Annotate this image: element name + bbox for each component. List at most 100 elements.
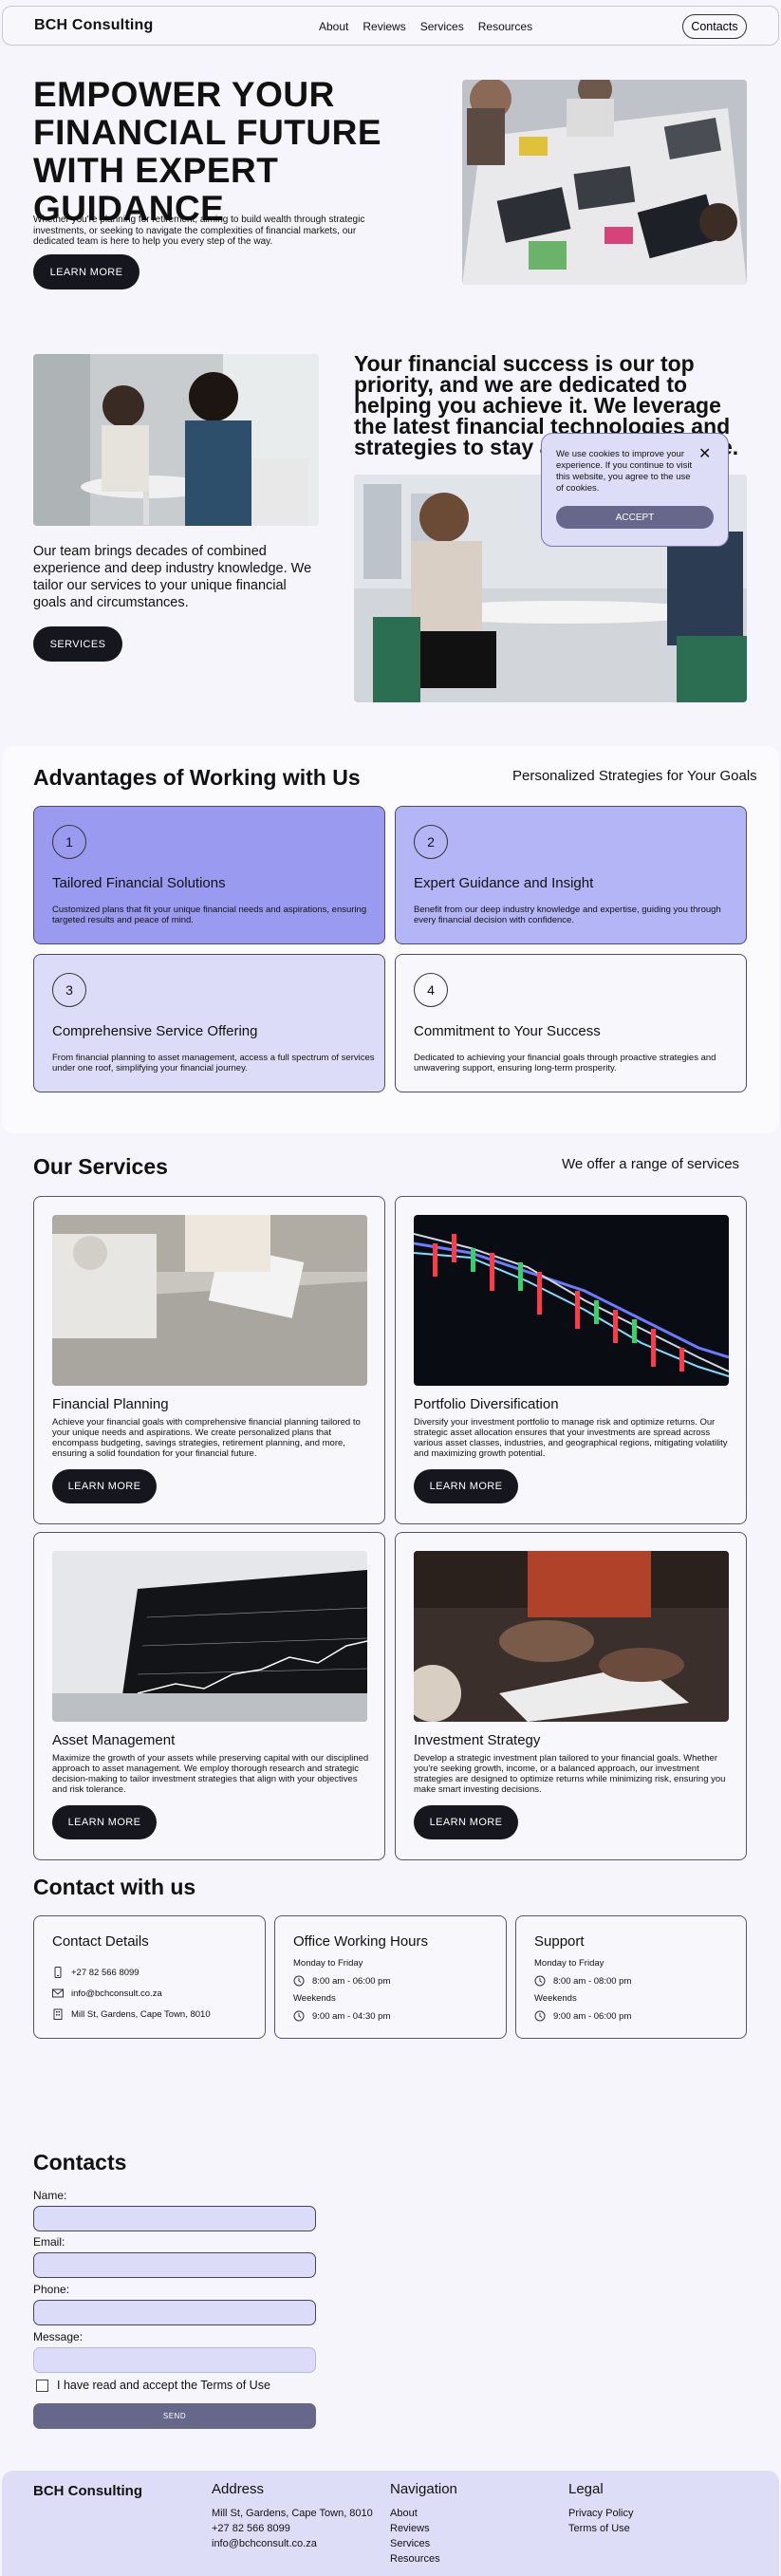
email-label: Email: (33, 2235, 65, 2249)
hero-subtitle: Whether you're planning for retirement, … (33, 215, 365, 247)
contact-with-us-title: Contact with us (33, 1875, 196, 1899)
advantage-card-1: 1 Tailored Financial Solutions Customize… (33, 806, 385, 944)
footer-legal-title: Legal (568, 2481, 604, 2497)
service-photo-stock-chart (414, 1215, 729, 1386)
service-description: Maximize the growth of your assets while… (52, 1753, 369, 1795)
service-title: Investment Strategy (414, 1732, 541, 1748)
send-button[interactable]: SEND (33, 2403, 316, 2429)
nav-resources[interactable]: Resources (478, 20, 532, 33)
footer-phone[interactable]: +27 82 566 8099 (212, 2523, 290, 2534)
brand-logo[interactable]: BCH Consulting (34, 17, 153, 34)
footer-nav-resources[interactable]: Resources (390, 2553, 440, 2565)
main-nav: About Reviews Services Resources (319, 20, 547, 33)
support-title: Support (534, 1933, 585, 1950)
weekdays-label: Monday to Friday (293, 1958, 363, 1969)
weekdays-hours-row: 8:00 am - 06:00 pm (293, 1975, 390, 1987)
advantage-number: 2 (414, 825, 448, 859)
clock-icon (534, 1975, 546, 1987)
advantage-description: Benefit from our deep industry knowledge… (414, 905, 721, 925)
footer-nav-about[interactable]: About (390, 2508, 418, 2519)
terms-checkbox[interactable] (36, 2380, 48, 2392)
advantage-card-4: 4 Commitment to Your Success Dedicated t… (395, 954, 747, 1092)
contact-phone[interactable]: +27 82 566 8099 (71, 1968, 139, 1978)
advantage-title: Expert Guidance and Insight (414, 875, 594, 891)
service-title: Financial Planning (52, 1396, 169, 1412)
services-button[interactable]: SERVICES (33, 626, 122, 662)
service-title: Asset Management (52, 1732, 176, 1748)
support-weekdays-label: Monday to Friday (534, 1958, 604, 1969)
footer-brand[interactable]: BCH Consulting (33, 2483, 142, 2499)
about-meeting-photo (33, 354, 319, 526)
close-icon[interactable]: ✕ (698, 447, 711, 462)
clock-icon (293, 1975, 305, 1987)
message-label: Message: (33, 2330, 84, 2343)
service-card-asset-management: Asset Management Maximize the growth of … (33, 1532, 385, 1860)
address-row: Mill St, Gardens, Cape Town, 8010 (52, 2008, 211, 2020)
advantage-number: 1 (52, 825, 86, 859)
footer-navigation-title: Navigation (390, 2481, 457, 2497)
weekdays-hours: 8:00 am - 06:00 pm (312, 1975, 391, 1987)
terms-label[interactable]: I have read and accept the Terms of Use (57, 2379, 270, 2392)
advantage-description: From financial planning to asset managem… (52, 1053, 375, 1073)
advantage-description: Customized plans that fit your unique fi… (52, 905, 367, 925)
service-photo-writing-hands (414, 1551, 729, 1722)
about-description: Our team brings decades of combined expe… (33, 544, 312, 610)
service-description: Diversify your investment portfolio to m… (414, 1417, 728, 1459)
site-header: BCH Consulting About Reviews Services Re… (2, 6, 779, 46)
support-card: Support Monday to Friday 8:00 am - 08:00… (515, 1915, 747, 2039)
contact-details-title: Contact Details (52, 1933, 149, 1950)
email-input[interactable] (33, 2252, 316, 2278)
advantages-subtitle: Personalized Strategies for Your Goals (512, 768, 757, 784)
cookie-consent-popup: We use cookies to improve your experienc… (541, 433, 729, 547)
mail-icon (52, 1988, 64, 1999)
nav-about[interactable]: About (319, 20, 348, 33)
hero-learn-more-button[interactable]: LEARN MORE (33, 254, 139, 289)
cookie-accept-button[interactable]: ACCEPT (556, 506, 714, 529)
weekends-hours-row: 9:00 am - 04:30 pm (293, 2010, 390, 2022)
nav-services[interactable]: Services (420, 20, 464, 33)
footer-email[interactable]: info@bchconsult.co.za (212, 2538, 317, 2549)
site-footer: BCH Consulting Address Mill St, Gardens,… (2, 2471, 779, 2576)
service-learn-more-button[interactable]: LEARN MORE (52, 1469, 157, 1503)
clock-icon (534, 2010, 546, 2022)
name-label: Name: (33, 2189, 67, 2202)
advantage-number: 3 (52, 973, 86, 1007)
clock-icon (293, 2010, 305, 2022)
services-subtitle: We offer a range of services (562, 1156, 740, 1172)
support-weekends-hours: 9:00 am - 06:00 pm (553, 2010, 632, 2022)
phone-input[interactable] (33, 2300, 316, 2325)
contact-email[interactable]: info@bchconsult.co.za (71, 1988, 162, 1999)
service-description: Achieve your financial goals with compre… (52, 1417, 361, 1459)
advantage-title: Tailored Financial Solutions (52, 875, 226, 891)
contact-address: Mill St, Gardens, Cape Town, 8010 (71, 2008, 211, 2020)
footer-address-title: Address (212, 2481, 265, 2497)
footer-nav-reviews[interactable]: Reviews (390, 2523, 430, 2534)
nav-reviews[interactable]: Reviews (363, 20, 405, 33)
footer-address-line: Mill St, Gardens, Cape Town, 8010 (212, 2508, 373, 2519)
service-learn-more-button[interactable]: LEARN MORE (52, 1805, 157, 1839)
name-input[interactable] (33, 2206, 316, 2231)
advantage-title: Commitment to Your Success (414, 1023, 601, 1039)
service-learn-more-button[interactable]: LEARN MORE (414, 1469, 518, 1503)
advantage-number: 4 (414, 973, 448, 1007)
service-learn-more-button[interactable]: LEARN MORE (414, 1805, 518, 1839)
service-card-financial-planning: Financial Planning Achieve your financia… (33, 1196, 385, 1524)
building-icon (52, 2008, 64, 2020)
footer-nav-services[interactable]: Services (390, 2538, 430, 2549)
contacts-button[interactable]: Contacts (682, 14, 747, 39)
footer-privacy-policy[interactable]: Privacy Policy (568, 2508, 633, 2519)
message-textarea[interactable] (33, 2347, 316, 2373)
hero-team-meeting-photo (462, 80, 747, 285)
footer-terms-of-use[interactable]: Terms of Use (568, 2523, 630, 2534)
support-weekends-row: 9:00 am - 06:00 pm (534, 2010, 631, 2022)
advantages-title: Advantages of Working with Us (33, 765, 361, 790)
weekends-label: Weekends (293, 1993, 336, 2004)
advantage-card-2: 2 Expert Guidance and Insight Benefit fr… (395, 806, 747, 944)
hero-title: EMPOWER YOUR FINANCIAL FUTURE WITH EXPER… (33, 75, 382, 228)
support-weekdays-row: 8:00 am - 08:00 pm (534, 1975, 631, 1987)
contact-details-card: Contact Details +27 82 566 8099 info@bch… (33, 1915, 266, 2039)
service-photo-laptop-chart (52, 1551, 367, 1722)
advantage-description: Dedicated to achieving your financial go… (414, 1053, 716, 1073)
office-hours-title: Office Working Hours (293, 1933, 428, 1950)
support-weekdays-hours: 8:00 am - 08:00 pm (553, 1975, 632, 1987)
